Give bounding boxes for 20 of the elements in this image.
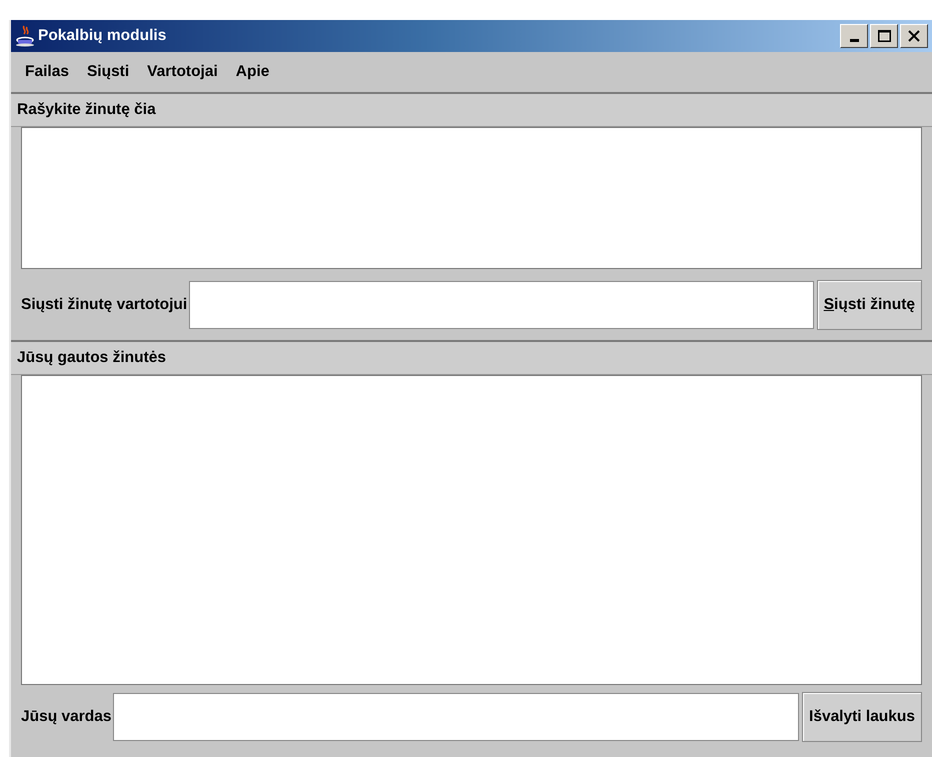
menu-item[interactable]: Siųsti xyxy=(78,63,138,81)
name-label: Jūsų vardas xyxy=(21,708,112,726)
menu-item[interactable]: Vartotojai xyxy=(139,63,226,81)
menu-item[interactable]: Apie xyxy=(228,63,278,81)
recipient-field[interactable] xyxy=(189,281,814,329)
section-header: Rašykite žinutę čia xyxy=(17,101,156,119)
minimize-button[interactable] xyxy=(840,24,868,48)
minimize-icon xyxy=(850,38,858,42)
recipient-label: Siųsti žinutę vartotojui xyxy=(21,296,188,314)
section-header: Jūsų gautos žinutės xyxy=(17,349,166,367)
menu-item[interactable]: Failas xyxy=(17,63,77,81)
clear-button[interactable]: Išvalyti laukus xyxy=(802,692,922,742)
window-title: Pokalbių modulis xyxy=(38,27,166,45)
maximize-icon xyxy=(878,30,890,42)
close-icon xyxy=(908,30,920,42)
send-button[interactable]: Siųsti žinutę xyxy=(816,280,922,330)
name-field[interactable] xyxy=(113,693,800,741)
coffee-cup-icon xyxy=(15,25,35,47)
maximize-button[interactable] xyxy=(870,24,898,48)
close-button[interactable] xyxy=(900,24,928,48)
